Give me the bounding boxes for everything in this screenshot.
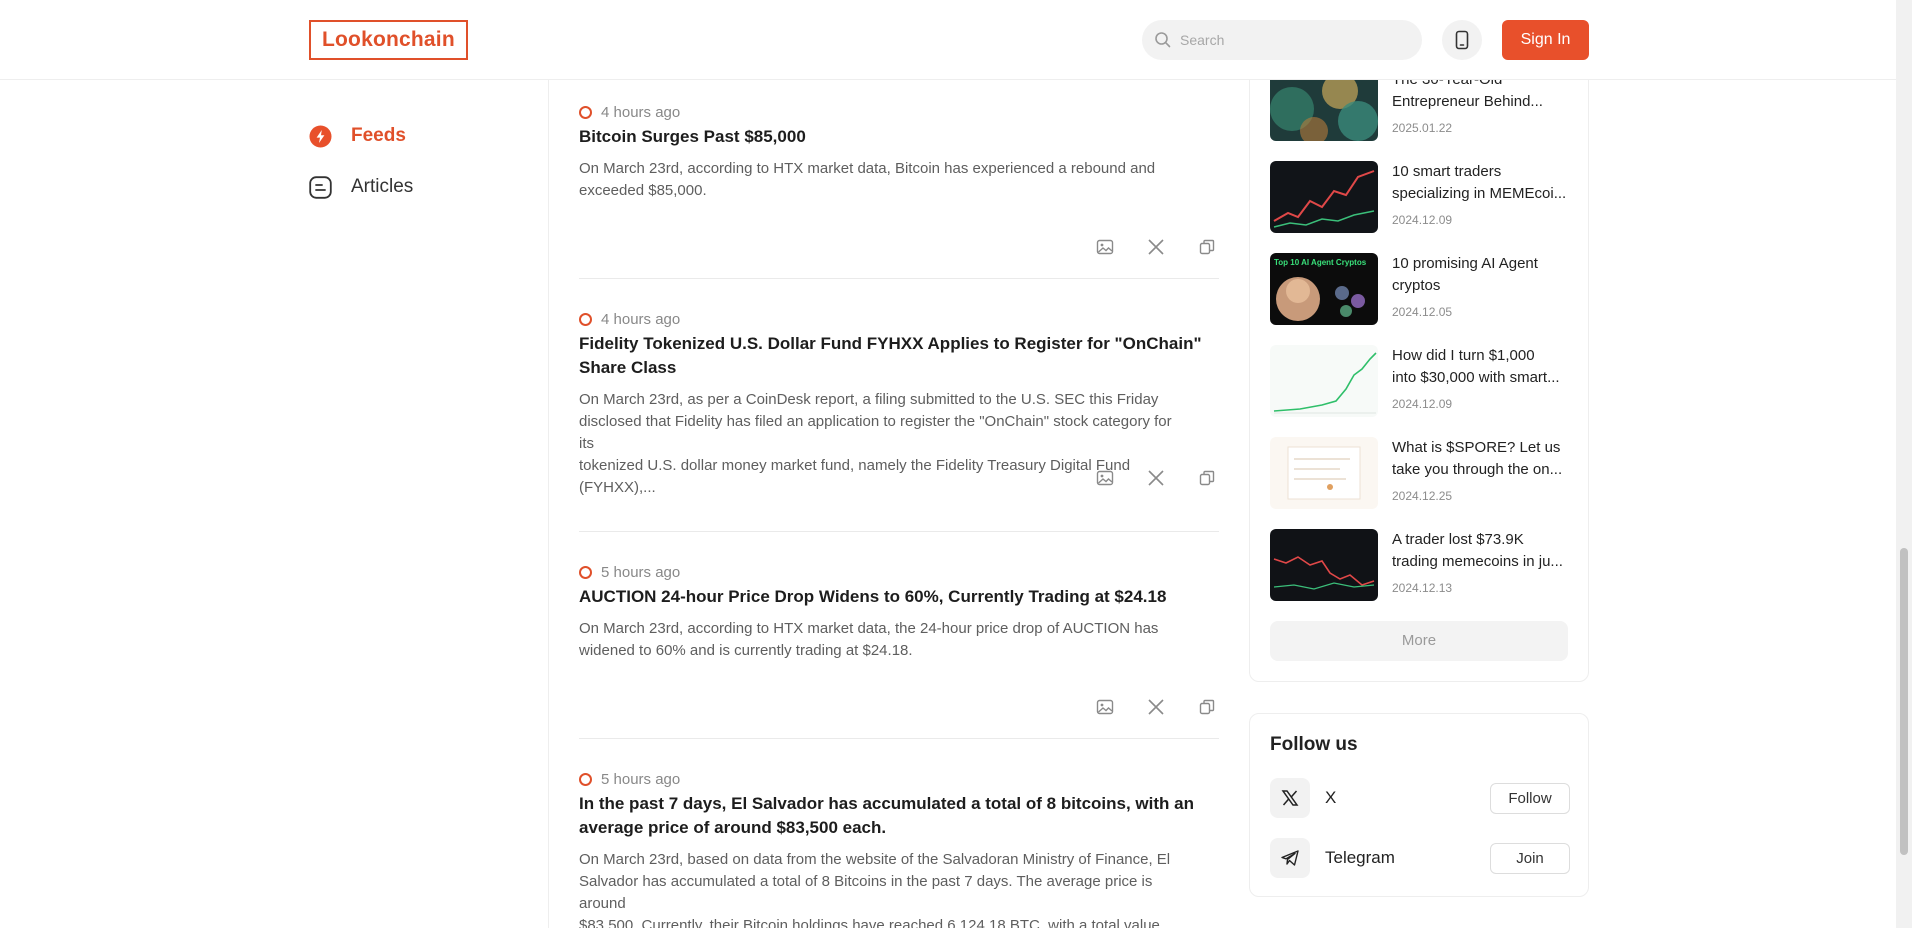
sidebar-article[interactable]: What is $SPORE? Let us take you through t…	[1270, 437, 1570, 511]
article-date: 2024.12.09	[1392, 397, 1453, 411]
article-thumbnail	[1270, 437, 1378, 509]
x-share-icon[interactable]	[1145, 696, 1167, 718]
lightning-icon	[309, 125, 332, 148]
article-thumbnail	[1270, 161, 1378, 233]
article-title: What is $SPORE? Let us take you through t…	[1392, 439, 1563, 478]
article-title: 10 promising AI Agent cryptos	[1392, 255, 1538, 294]
article-icon	[309, 175, 332, 199]
feed-separator	[579, 531, 1219, 532]
join-telegram-button[interactable]: Join	[1490, 843, 1570, 874]
feed-time: 4 hours ago	[579, 309, 680, 329]
image-icon[interactable]	[1094, 696, 1116, 718]
article-thumbnail: Top 10 AI Agent Cryptos	[1270, 253, 1378, 325]
sidebar-article[interactable]: Top 10 AI Agent Cryptos 10 promising AI …	[1270, 253, 1570, 327]
timeline-dot	[579, 772, 592, 786]
scrollbar-thumb[interactable]	[1900, 548, 1908, 855]
thumb-caption: Top 10 AI Agent Cryptos	[1274, 258, 1367, 267]
feed-title[interactable]: Fidelity Tokenized U.S. Dollar Fund FYHX…	[579, 332, 1219, 380]
feed-body: On March 23rd, according to HTX market d…	[579, 160, 1156, 199]
image-icon[interactable]	[1094, 236, 1116, 258]
follow-title: Follow us	[1270, 734, 1358, 755]
top-header: Lookonchain Sign In	[0, 0, 1896, 80]
article-thumbnail	[1270, 345, 1378, 417]
follow-card: Follow us X Follow Telegram Join	[1249, 713, 1589, 897]
article-title: 10 smart traders specializing in MEMEcoi.…	[1392, 163, 1567, 202]
social-row-x: X Follow	[1270, 778, 1570, 818]
sidebar-article[interactable]: How did I turn $1,000 into $30,000 with s…	[1270, 345, 1570, 419]
feed-item[interactable]: 4 hours ago Fidelity Tokenized U.S. Doll…	[579, 309, 1219, 519]
feed-item[interactable]: 5 hours ago In the past 7 days, El Salva…	[579, 769, 1219, 928]
follow-x-button[interactable]: Follow	[1490, 783, 1570, 814]
social-row-telegram: Telegram Join	[1270, 838, 1570, 878]
sidebar-article[interactable]: The 30-Year-OldEntrepreneur Behind... 20…	[1270, 69, 1570, 143]
article-date: 2024.12.05	[1392, 305, 1453, 319]
nav-item-feeds[interactable]: Feeds	[309, 121, 406, 151]
image-icon[interactable]	[1094, 467, 1116, 489]
article-title: How did I turn $1,000 into $30,000 with s…	[1392, 347, 1560, 386]
article-date: 2024.12.25	[1392, 489, 1453, 503]
nav-feeds-label: Feeds	[351, 125, 406, 146]
copy-icon[interactable]	[1196, 696, 1218, 718]
feed-item[interactable]: 5 hours ago AUCTION 24-hour Price Drop W…	[579, 562, 1219, 732]
more-button[interactable]: More	[1270, 621, 1568, 661]
feed-time: 5 hours ago	[579, 769, 680, 789]
page-scrollbar[interactable]	[1896, 0, 1912, 928]
sidebar-article[interactable]: A trader lost $73.9K trading memecoins in…	[1270, 529, 1570, 603]
sidebar-article[interactable]: 10 smart traders specializing in MEMEcoi.…	[1270, 161, 1570, 235]
search-input[interactable]	[1180, 20, 1410, 60]
copy-icon[interactable]	[1196, 467, 1218, 489]
feed-separator	[579, 278, 1219, 279]
article-date: 2024.12.09	[1392, 213, 1453, 227]
feed-actions	[1079, 696, 1219, 718]
search-icon	[1155, 32, 1171, 48]
site-logo[interactable]: Lookonchain	[309, 20, 468, 60]
x-logo-icon	[1270, 778, 1310, 818]
social-name: Telegram	[1325, 848, 1395, 867]
feed-separator	[579, 738, 1219, 739]
feed-body: On March 23rd, according to HTX market d…	[579, 620, 1159, 659]
feed-actions	[1079, 467, 1219, 489]
nav-item-articles[interactable]: Articles	[309, 172, 413, 202]
timeline-dot	[579, 105, 592, 119]
feed-title[interactable]: Bitcoin Surges Past $85,000	[579, 125, 1219, 149]
timeline-dot	[579, 565, 592, 579]
x-share-icon[interactable]	[1145, 236, 1167, 258]
phone-icon	[1455, 30, 1469, 50]
mobile-app-button[interactable]	[1442, 20, 1482, 60]
feed-time: 5 hours ago	[579, 562, 680, 582]
social-name: X	[1325, 788, 1337, 807]
article-date: 2025.01.22	[1392, 121, 1453, 135]
feed-title[interactable]: AUCTION 24-hour Price Drop Widens to 60%…	[579, 585, 1219, 609]
feed-item[interactable]: 4 hours ago Bitcoin Surges Past $85,000 …	[579, 102, 1219, 272]
x-share-icon[interactable]	[1145, 467, 1167, 489]
copy-icon[interactable]	[1196, 236, 1218, 258]
article-date: 2024.12.13	[1392, 581, 1453, 595]
timeline-dot	[579, 312, 592, 326]
telegram-icon	[1270, 838, 1310, 878]
feed-body: On March 23rd, based on data from the we…	[579, 851, 1171, 928]
search-box[interactable]	[1142, 20, 1422, 60]
feed-title[interactable]: In the past 7 days, El Salvador has accu…	[579, 792, 1219, 840]
column-divider	[548, 80, 549, 928]
feed-time: 4 hours ago	[579, 102, 680, 122]
article-thumbnail	[1270, 529, 1378, 601]
article-title: A trader lost $73.9K trading memecoins in…	[1392, 531, 1563, 570]
nav-articles-label: Articles	[351, 176, 414, 197]
sign-in-button[interactable]: Sign In	[1502, 20, 1589, 60]
feed-actions	[1079, 236, 1219, 258]
